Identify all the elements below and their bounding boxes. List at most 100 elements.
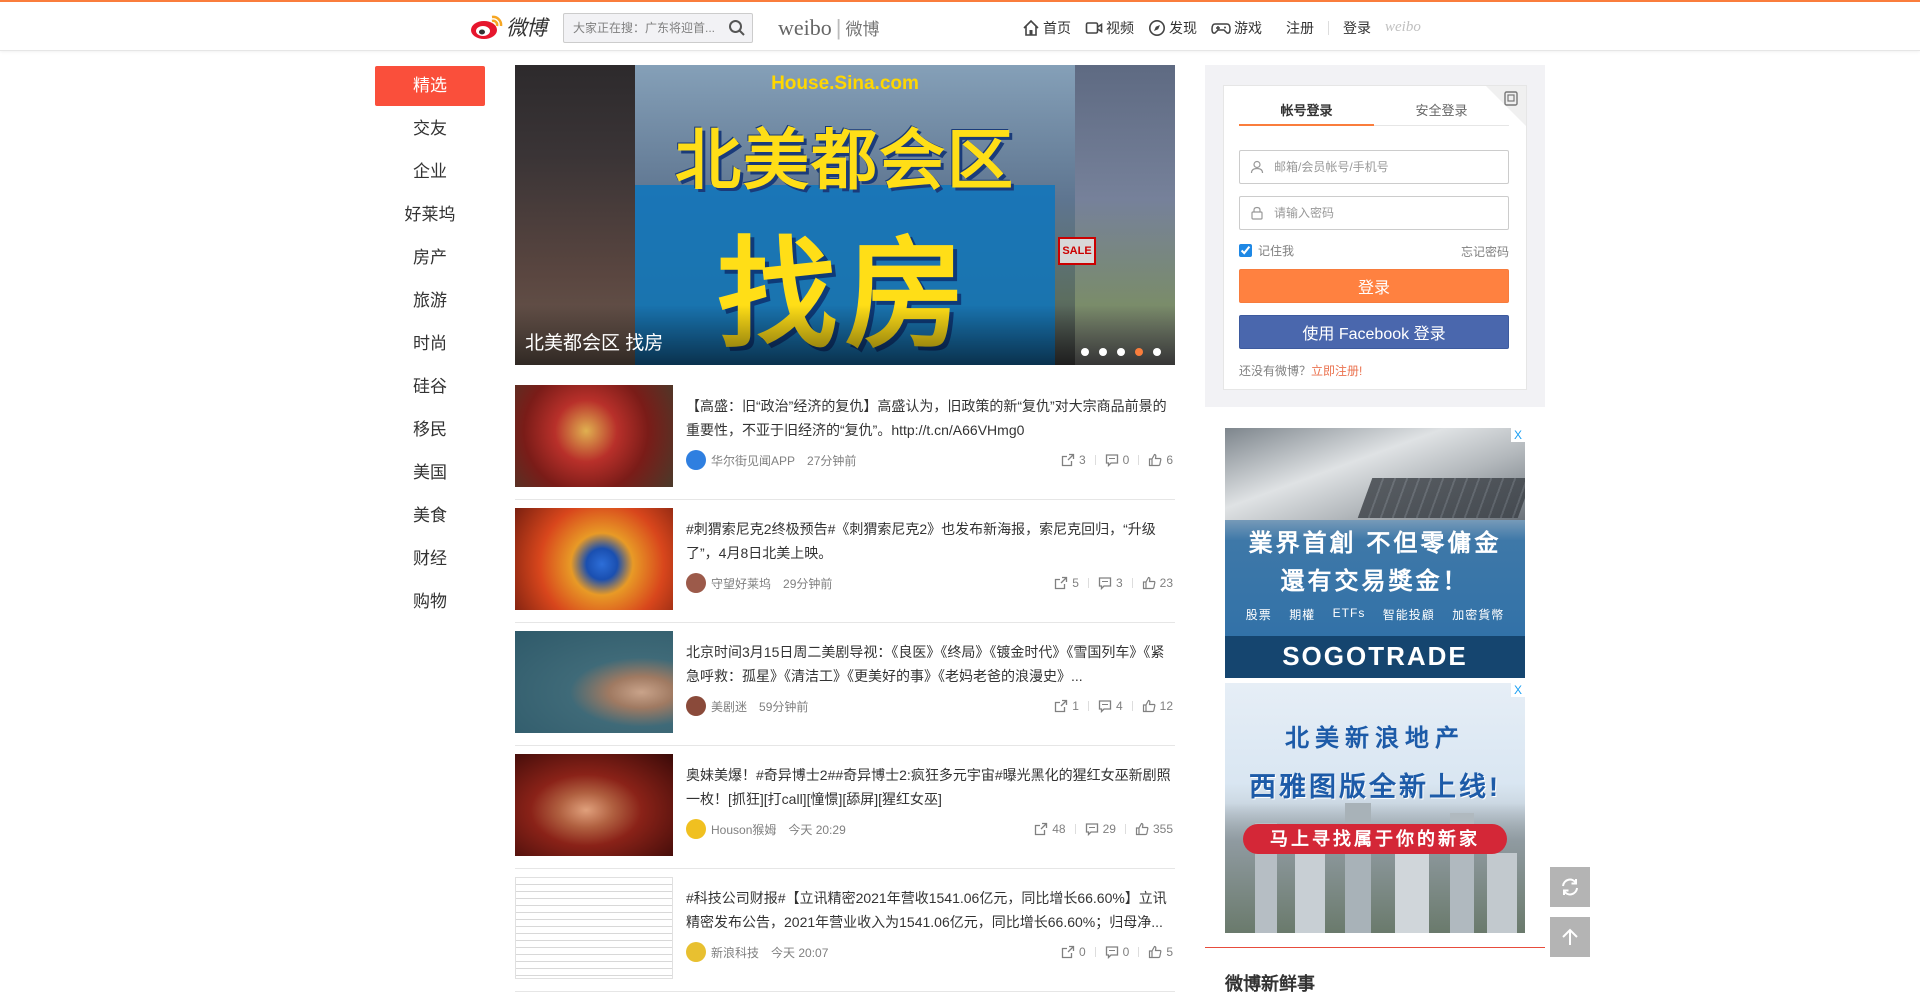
carousel-dot[interactable] [1153,348,1161,356]
nav-video[interactable]: 视频 [1085,18,1134,38]
category-item[interactable]: 移民 [375,410,485,450]
forgot-password-link[interactable]: 忘记密码 [1461,243,1509,260]
post-source[interactable]: 美剧迷 [711,698,747,715]
category-item[interactable]: 时尚 [375,324,485,364]
username-input[interactable] [1274,151,1504,183]
ad-cta[interactable]: 马上寻找属于你的新家 [1243,824,1507,854]
post-thumbnail[interactable] [515,385,673,487]
post-source[interactable]: 守望好莱坞 [711,575,771,592]
like-count: 6 [1166,453,1173,467]
post-thumbnail[interactable] [515,631,673,733]
post-stats: 1 4 12 [1054,696,1173,716]
like-button[interactable]: 12 [1142,699,1173,713]
back-to-top-button[interactable] [1550,917,1590,957]
repost-button[interactable]: 1 [1054,699,1079,713]
tab-account-login[interactable]: 帐号登录 [1239,102,1374,126]
post-text[interactable]: 【高盛：旧“政治”经济的复仇】高盛认为，旧政策的新“复仇”对大宗商品前景的重要性… [686,394,1173,442]
post-thumbnail[interactable] [515,754,673,856]
category-item[interactable]: 企业 [375,152,485,192]
category-item[interactable]: 购物 [375,582,485,622]
author-avatar[interactable] [686,942,706,962]
carousel-dot[interactable] [1081,348,1089,356]
carousel-dot[interactable] [1117,348,1125,356]
feed-post: #科技公司财报#【立讯精密2021年营收1541.06亿元，同比增长66.60%… [515,869,1175,992]
comment-button[interactable]: 29 [1085,822,1116,836]
comment-button[interactable]: 0 [1105,453,1129,467]
category-item[interactable]: 财经 [375,539,485,579]
repost-button[interactable]: 48 [1034,822,1066,836]
tab-secure-login[interactable]: 安全登录 [1374,102,1509,126]
repost-count: 5 [1072,576,1079,590]
refresh-icon [1562,878,1578,896]
ad-banner-sogotrade[interactable]: 業界首創 不但零傭金 還有交易獎金！ 股票 期權 ETFs 智能投顧 加密貨幣 … [1225,428,1525,678]
author-avatar[interactable] [686,450,706,470]
category-item[interactable]: 旅游 [375,281,485,321]
register-now-link[interactable]: 立即注册! [1311,364,1362,378]
comment-button[interactable]: 3 [1098,576,1123,590]
ad-close-button[interactable]: X [1511,683,1525,697]
comment-button[interactable]: 0 [1105,945,1129,959]
author-avatar[interactable] [686,573,706,593]
post-source[interactable]: Houson猴姆 [711,821,776,838]
category-item[interactable]: 交友 [375,109,485,149]
repost-button[interactable]: 5 [1054,576,1079,590]
post-source[interactable]: 华尔街见闻APP [711,452,795,469]
register-link[interactable]: 注册 [1286,18,1314,38]
like-button[interactable]: 5 [1148,945,1173,959]
post-meta: 新浪科技 今天 20:07 0 0 5 [686,942,1173,962]
stat-divider [1131,701,1133,711]
post-body: 北京时间3月15日周二美剧导视：《良医》《终局》《镀金时代》《雪国列车》《紧急呼… [686,640,1173,716]
category-item[interactable]: 美食 [375,496,485,536]
post-stats: 3 0 6 [1061,450,1173,470]
carousel-dot[interactable] [1099,348,1107,356]
category-item[interactable]: 精选 [375,66,485,106]
category-item[interactable]: 好莱坞 [375,195,485,235]
category-item[interactable]: 美国 [375,453,485,493]
ad-building [1345,803,1371,933]
post-thumbnail[interactable] [515,508,673,610]
search-input[interactable] [564,14,714,42]
arrow-up-icon [1562,928,1578,945]
nav-video-label: 视频 [1106,19,1134,36]
repost-button[interactable]: 3 [1061,453,1086,467]
carousel-dots [1071,348,1161,356]
post-thumbnail[interactable] [515,877,673,979]
weibo-mark[interactable]: weibo [1385,19,1421,36]
section-divider [1205,947,1545,948]
facebook-login-button[interactable]: 使用 Facebook 登录 [1239,315,1509,349]
nav-game[interactable]: 游戏 [1211,18,1262,38]
comment-count: 3 [1115,576,1123,590]
like-button[interactable]: 6 [1148,453,1173,467]
ad-close-button[interactable]: X [1511,428,1525,442]
like-button[interactable]: 355 [1135,822,1173,836]
login-button[interactable]: 登录 [1239,269,1509,303]
post-text[interactable]: 奥妹美爆！#奇异博士2##奇异博士2:疯狂多元宇宙#曝光黑化的猩红女巫新剧照一枚… [686,763,1173,811]
comment-button[interactable]: 4 [1098,699,1123,713]
password-input[interactable] [1274,197,1504,229]
remember-checkbox[interactable] [1239,244,1252,257]
post-text[interactable]: #刺猬索尼克2终极预告#《刺猬索尼克2》也发布新海报，索尼克回归，“升级了”，4… [686,517,1173,565]
author-avatar[interactable] [686,819,706,839]
post-text[interactable]: #科技公司财报#【立讯精密2021年营收1541.06亿元，同比增长66.60%… [686,886,1173,934]
sale-sign: SALE [1058,237,1096,265]
refresh-button[interactable] [1550,867,1590,907]
post-text[interactable]: 北京时间3月15日周二美剧导视：《良医》《终局》《镀金时代》《雪国列车》《紧急呼… [686,640,1173,688]
author-avatar[interactable] [686,696,706,716]
carousel-caption[interactable]: 北美都会区 找房 [525,328,663,355]
category-item[interactable]: 硅谷 [375,367,485,407]
stat-divider [1138,455,1140,465]
repost-button[interactable]: 0 [1061,945,1086,959]
post-source[interactable]: 新浪科技 [711,944,759,961]
like-icon [1142,699,1156,713]
weibo-logo[interactable]: 微博 [470,12,547,42]
like-button[interactable]: 23 [1142,576,1173,590]
login-link[interactable]: 登录 [1343,18,1371,38]
ad-banner-sina-realty[interactable]: 北美新浪地产 西雅图版全新上线! 马上寻找属于你的新家 X [1225,683,1525,933]
nav-discover[interactable]: 发现 [1148,18,1197,38]
carousel-dot-active[interactable] [1135,348,1143,356]
remember-me[interactable]: 记住我 [1239,242,1294,259]
category-item[interactable]: 房产 [375,238,485,278]
featured-carousel[interactable]: House.Sina.com 北美都会区 找房 SALE 北美都会区 找房 [515,65,1175,365]
search-icon[interactable] [728,19,746,37]
nav-home[interactable]: 首页 [1022,18,1071,38]
